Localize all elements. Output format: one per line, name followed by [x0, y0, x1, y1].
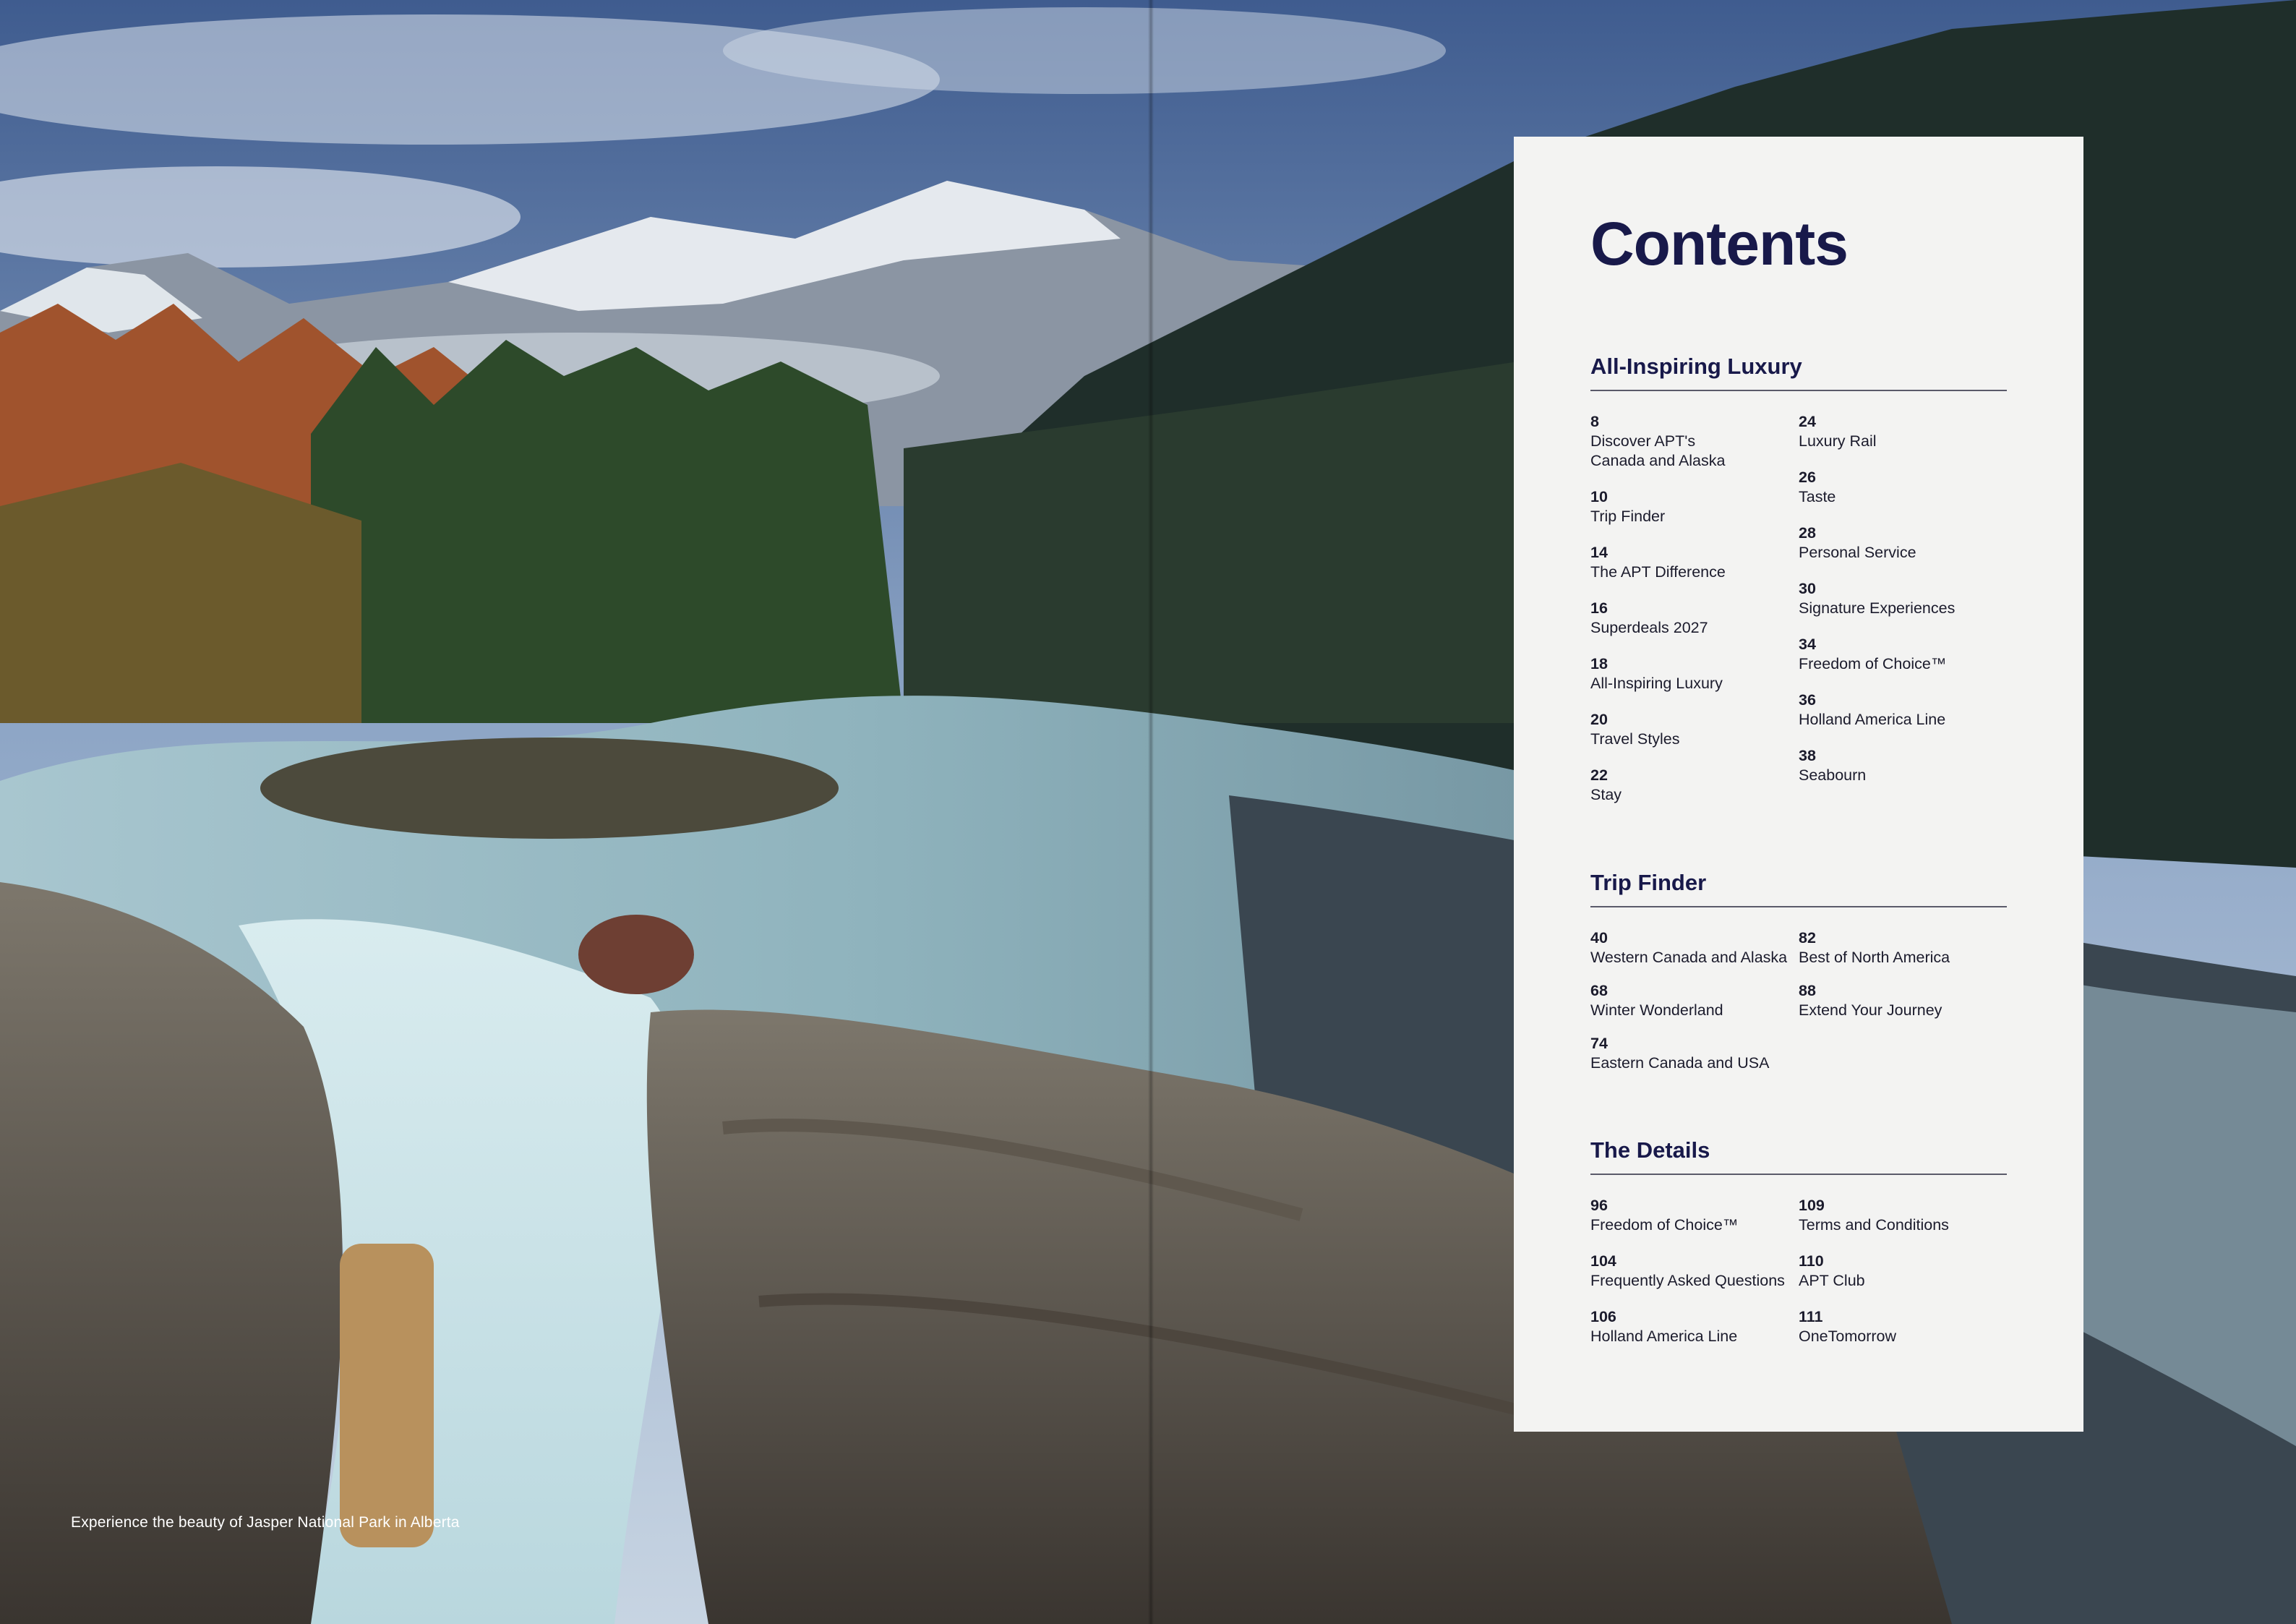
- section-divider: [1590, 906, 2007, 907]
- toc-entry[interactable]: 109 Terms and Conditions: [1799, 1196, 2007, 1235]
- contents-panel: Contents All-Inspiring Luxury 8 Discover …: [1514, 137, 2083, 1432]
- toc-label: Holland America Line: [1590, 1328, 1738, 1345]
- toc-entry[interactable]: 24 Luxury Rail: [1799, 412, 2007, 451]
- toc-page-number: 20: [1590, 711, 1608, 728]
- toc-entry[interactable]: 14 The APT Difference: [1590, 543, 1799, 582]
- toc-label: Travel Styles: [1590, 730, 1680, 748]
- toc-page-number: 34: [1799, 636, 1816, 653]
- spread-fold: [1148, 0, 1154, 1624]
- toc-page-number: 36: [1799, 691, 1816, 709]
- toc-entry[interactable]: 40 Western Canada and Alaska: [1590, 928, 1799, 967]
- toc-entry[interactable]: 10 Trip Finder: [1590, 487, 1799, 526]
- section-divider: [1590, 1174, 2007, 1175]
- toc-entry[interactable]: 30 Signature Experiences: [1799, 579, 2007, 618]
- toc-label: Western Canada and Alaska: [1590, 949, 1788, 966]
- toc-entry[interactable]: 16 Superdeals 2027: [1590, 599, 1799, 638]
- toc-entry[interactable]: 82 Best of North America: [1799, 928, 2007, 967]
- toc-page-number: 22: [1590, 766, 1608, 784]
- toc-page-number: 24: [1799, 413, 1816, 430]
- toc-label: OneTomorrow: [1799, 1328, 1897, 1345]
- toc-entry[interactable]: 106 Holland America Line: [1590, 1307, 1799, 1346]
- toc-label: The APT Difference: [1590, 563, 1726, 581]
- section-title: Trip Finder: [1590, 870, 1707, 895]
- toc-label: Superdeals 2027: [1590, 619, 1708, 636]
- toc-label: Luxury Rail: [1799, 432, 1877, 450]
- toc-label: Extend Your Journey: [1799, 1001, 1942, 1019]
- toc-entry[interactable]: 38 Seabourn: [1799, 746, 2007, 785]
- toc-entry[interactable]: 18 All-Inspiring Luxury: [1590, 654, 1799, 693]
- toc-label: Eastern Canada and USA: [1590, 1054, 1770, 1072]
- toc-entry[interactable]: 26 Taste: [1799, 468, 2007, 507]
- section-divider: [1590, 390, 2007, 391]
- toc-entry[interactable]: 34 Freedom of Choice™: [1799, 635, 2007, 674]
- toc-page-number: 40: [1590, 929, 1608, 946]
- toc-page-number: 14: [1590, 544, 1608, 561]
- toc-entry[interactable]: 20 Travel Styles: [1590, 710, 1799, 749]
- toc-column-left: 96 Freedom of Choice™ 104 Frequently Asked…: [1590, 1196, 1799, 1363]
- toc-label: Terms and Conditions: [1799, 1216, 1949, 1234]
- toc-column-right: 24 Luxury Rail 26 Taste 28 Personal Service…: [1799, 412, 2007, 821]
- toc-label: Frequently Asked Questions: [1590, 1272, 1785, 1289]
- toc-entry[interactable]: 111 OneTomorrow: [1799, 1307, 2007, 1346]
- toc-entry[interactable]: 96 Freedom of Choice™: [1590, 1196, 1799, 1235]
- toc-label: Discover APT's Canada and Alaska: [1590, 432, 1726, 469]
- toc-entry[interactable]: 88 Extend Your Journey: [1799, 981, 2007, 1020]
- toc-page-number: 28: [1799, 524, 1816, 542]
- toc-label: Personal Service: [1799, 544, 1916, 561]
- toc-page-number: 74: [1590, 1035, 1608, 1052]
- toc-page-number: 38: [1799, 747, 1816, 764]
- toc-page-number: 26: [1799, 469, 1816, 486]
- toc-page-number: 30: [1799, 580, 1816, 597]
- toc-label: Holland America Line: [1799, 711, 1946, 728]
- toc-page-number: 18: [1590, 655, 1608, 672]
- toc-entry[interactable]: 28 Personal Service: [1799, 523, 2007, 563]
- toc-page-number: 109: [1799, 1197, 1825, 1214]
- toc-entry[interactable]: 74 Eastern Canada and USA: [1590, 1034, 1799, 1073]
- section-the-details: The Details 96 Freedom of Choice™ 104 Freq…: [1590, 1136, 2007, 1363]
- toc-column-left: 40 Western Canada and Alaska 68 Winter Won…: [1590, 928, 1799, 1087]
- toc-label: Freedom of Choice™: [1590, 1216, 1739, 1234]
- toc-entry[interactable]: 8 Discover APT's Canada and Alaska: [1590, 412, 1799, 471]
- section-all-inspiring-luxury: All-Inspiring Luxury 8 Discover APT's Can…: [1590, 352, 2007, 821]
- toc-column-right: 82 Best of North America 88 Extend Your Jo…: [1799, 928, 2007, 1087]
- toc-entry[interactable]: 22 Stay: [1590, 766, 1799, 805]
- toc-label: Taste: [1799, 488, 1836, 505]
- photo-caption: Experience the beauty of Jasper National…: [71, 1514, 460, 1531]
- toc-entry[interactable]: 36 Holland America Line: [1799, 691, 2007, 730]
- toc-entry[interactable]: 110 APT Club: [1799, 1252, 2007, 1291]
- toc-label: Best of North America: [1799, 949, 1950, 966]
- toc-entry[interactable]: 104 Frequently Asked Questions: [1590, 1252, 1799, 1291]
- toc-page-number: 82: [1799, 929, 1816, 946]
- toc-page-number: 104: [1590, 1252, 1616, 1270]
- toc-entry[interactable]: 68 Winter Wonderland: [1590, 981, 1799, 1020]
- toc-page-number: 88: [1799, 982, 1816, 999]
- toc-label: Trip Finder: [1590, 508, 1666, 525]
- toc-page-number: 111: [1799, 1308, 1823, 1325]
- toc-page-number: 16: [1590, 599, 1608, 617]
- section-title: The Details: [1590, 1137, 1710, 1163]
- section-title: All-Inspiring Luxury: [1590, 354, 1802, 379]
- section-trip-finder: Trip Finder 40 Western Canada and Alaska …: [1590, 868, 2007, 1087]
- toc-label: Winter Wonderland: [1590, 1001, 1723, 1019]
- toc-label: Stay: [1590, 786, 1622, 803]
- toc-label: Seabourn: [1799, 766, 1867, 784]
- toc-page-number: 96: [1590, 1197, 1608, 1214]
- toc-label: All-Inspiring Luxury: [1590, 675, 1723, 692]
- toc-page-number: 10: [1590, 488, 1608, 505]
- toc-page-number: 8: [1590, 413, 1599, 430]
- toc-column-left: 8 Discover APT's Canada and Alaska 10 Trip…: [1590, 412, 1799, 821]
- toc-column-right: 109 Terms and Conditions 110 APT Club 111 O…: [1799, 1196, 2007, 1363]
- toc-label: Signature Experiences: [1799, 599, 1956, 617]
- toc-page-number: 110: [1799, 1252, 1824, 1270]
- toc-page-number: 106: [1590, 1308, 1616, 1325]
- toc-label: Freedom of Choice™: [1799, 655, 1947, 672]
- contents-title: Contents: [1590, 210, 1849, 278]
- toc-page-number: 68: [1590, 982, 1608, 999]
- toc-label: APT Club: [1799, 1272, 1865, 1289]
